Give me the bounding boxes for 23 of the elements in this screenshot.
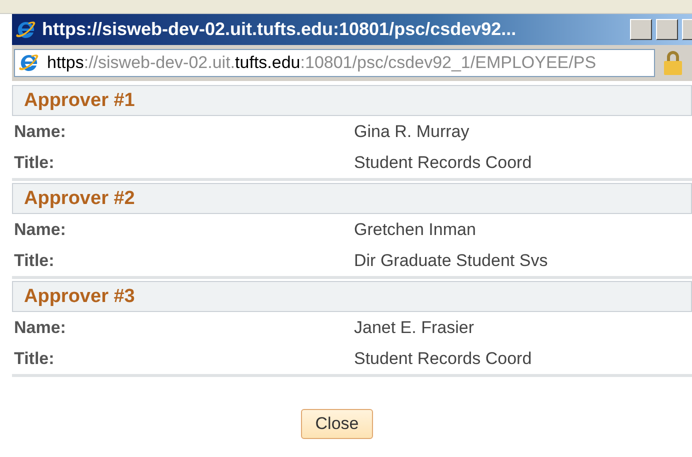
browser-icon: [14, 18, 38, 40]
close-button[interactable]: Close: [301, 409, 373, 439]
field-value: Student Records Coord: [354, 152, 533, 172]
section-heading: Approver #1: [12, 85, 692, 116]
field-label: Title:: [13, 250, 56, 270]
maximize-button[interactable]: [656, 19, 678, 40]
field-value: Student Records Coord: [354, 348, 533, 368]
minimize-button[interactable]: [630, 19, 652, 40]
field-label: Name:: [13, 122, 67, 142]
padlock-icon: [661, 49, 685, 77]
browser-icon: [17, 52, 41, 74]
field-label: Title:: [13, 348, 56, 368]
field-value: Janet E. Frasier: [354, 318, 475, 338]
field-label: Title:: [13, 152, 56, 172]
window-title: https://sisweb-dev-02.uit.tufts.edu:10801/psc/csdev92...: [42, 19, 518, 40]
section-heading: Approver #2: [12, 183, 692, 214]
section-heading: Approver #3: [12, 281, 692, 312]
field-value: Dir Graduate Student Svs: [354, 250, 549, 270]
address-field[interactable]: https://sisweb-dev-02.uit.tufts.edu:10801/psc/csdev92_1/EMPLOYEE/PS: [14, 49, 655, 77]
field-label: Name:: [13, 318, 67, 338]
field-label: Name:: [13, 220, 67, 240]
field-value: Gretchen Inman: [354, 220, 477, 240]
field-value: Gina R. Murray: [354, 122, 470, 142]
